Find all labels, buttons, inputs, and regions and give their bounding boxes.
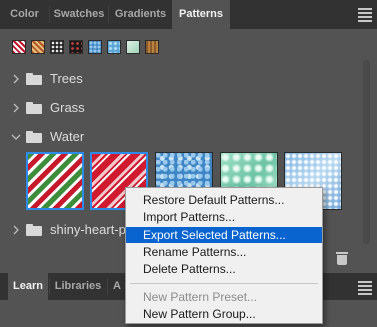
trash-icon[interactable] (336, 252, 348, 265)
folder-icon (26, 224, 42, 236)
folder-icon (26, 131, 42, 143)
panel-scrollbar[interactable] (363, 60, 370, 244)
panel-menu-icon[interactable] (358, 8, 372, 24)
folder-icon (26, 102, 42, 114)
pattern-thumbnail[interactable] (26, 152, 84, 210)
group-row-water[interactable]: Water (0, 124, 360, 150)
recent-swatch[interactable] (126, 40, 140, 54)
context-menu: Restore Default Patterns... Import Patte… (125, 187, 323, 324)
chevron-right-icon[interactable] (10, 224, 22, 236)
recent-swatch[interactable] (145, 40, 159, 54)
recent-swatch[interactable] (69, 40, 83, 54)
recent-swatch[interactable] (107, 40, 121, 54)
recent-swatch[interactable] (12, 40, 26, 54)
group-label: Grass (50, 100, 85, 115)
tab-learn[interactable]: Learn (8, 273, 48, 300)
menu-item-new-pattern-preset: New Pattern Preset... (143, 290, 258, 304)
menu-separator (130, 283, 318, 284)
menu-item-rename-patterns[interactable]: Rename Patterns... (126, 244, 322, 260)
recent-swatch[interactable] (50, 40, 64, 54)
recent-swatch[interactable] (31, 40, 45, 54)
menu-item-delete-patterns[interactable]: Delete Patterns... (126, 261, 322, 277)
top-tab-bar: Color Swatches Gradients Patterns (0, 0, 377, 29)
panel-menu-icon[interactable] (358, 281, 372, 297)
group-label: Water (50, 129, 85, 144)
group-row-trees[interactable]: Trees (0, 66, 360, 92)
chevron-right-icon[interactable] (10, 102, 22, 114)
group-label: Trees (50, 71, 83, 86)
menu-item-import-patterns[interactable]: Import Patterns... (126, 209, 322, 225)
folder-icon (26, 73, 42, 85)
tab-gradients[interactable]: Gradients (109, 0, 172, 29)
tab-adjustments[interactable]: A (108, 273, 126, 300)
group-label: shiny-heart-p (50, 222, 126, 237)
menu-item-new-pattern-group[interactable]: New Pattern Group... (126, 306, 322, 322)
recent-swatch[interactable] (88, 40, 102, 54)
tab-color[interactable]: Color (0, 0, 49, 29)
menu-item-restore-default-patterns[interactable]: Restore Default Patterns... (126, 192, 322, 208)
tab-patterns[interactable]: Patterns (172, 0, 230, 29)
tab-swatches[interactable]: Swatches (50, 0, 108, 29)
menu-item-export-selected-patterns[interactable]: Export Selected Patterns... (126, 227, 322, 243)
chevron-right-icon[interactable] (10, 73, 22, 85)
tab-libraries[interactable]: Libraries (50, 273, 106, 300)
chevron-down-icon[interactable] (10, 131, 22, 143)
group-row-grass[interactable]: Grass (0, 95, 360, 121)
